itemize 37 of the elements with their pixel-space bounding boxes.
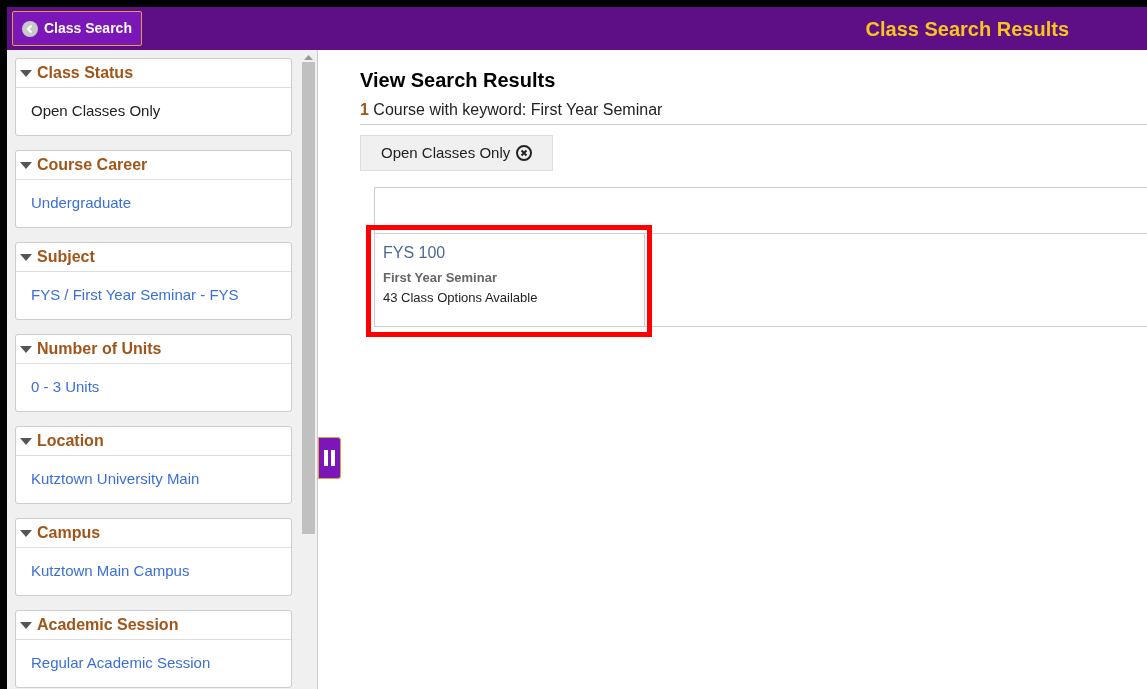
filter-header[interactable]: Course Career [16,151,291,180]
caret-down-icon [20,437,32,445]
page-title: Class Search Results [865,16,1069,42]
caret-down-icon [20,161,32,169]
filter-header[interactable]: Class Status [16,59,291,88]
caret-down-icon [20,345,32,353]
filter-link[interactable]: 0 - 3 Units [31,376,100,399]
filter-link[interactable]: Regular Academic Session [31,652,211,675]
course-card[interactable]: FYS 100 First Year Seminar 43 Class Options Available [375,234,645,326]
filter-header[interactable]: Campus [16,519,291,548]
caret-down-icon [20,529,32,537]
results-heading: View Search Results [360,68,557,93]
filter-header[interactable]: Location [16,427,291,456]
filter-header[interactable]: Academic Session [16,611,291,640]
splitter-handle[interactable] [318,437,341,479]
filter-link[interactable]: Kutztown University Main [31,468,200,491]
filter-header[interactable]: Number of Units [16,335,291,364]
filter-link[interactable]: FYS / First Year Seminar - FYS [31,284,239,307]
result-count: 1 [360,101,369,118]
caret-down-icon [20,253,32,261]
filter-link[interactable]: Kutztown Main Campus [31,560,190,583]
pause-icon [324,450,335,466]
filter-header[interactable]: Subject [16,243,291,272]
back-button[interactable]: Class Search [12,11,142,46]
course-code[interactable]: FYS 100 [383,241,446,265]
caret-down-icon [20,69,32,77]
back-icon [22,20,38,37]
caret-down-icon [20,621,32,629]
filter-chip[interactable]: Open Classes Only [360,135,554,171]
remove-icon [516,145,533,161]
filter-value: Open Classes Only [31,101,161,122]
scroll-up-icon[interactable] [304,54,313,60]
course-title: First Year Seminar [383,269,497,287]
filter-link[interactable]: Undergraduate [31,192,132,215]
class-options-count: 43 Class Options Available [383,288,538,307]
scrollbar-thumb[interactable] [302,62,315,534]
result-summary: Course with keyword: First Year Seminar [373,101,663,118]
